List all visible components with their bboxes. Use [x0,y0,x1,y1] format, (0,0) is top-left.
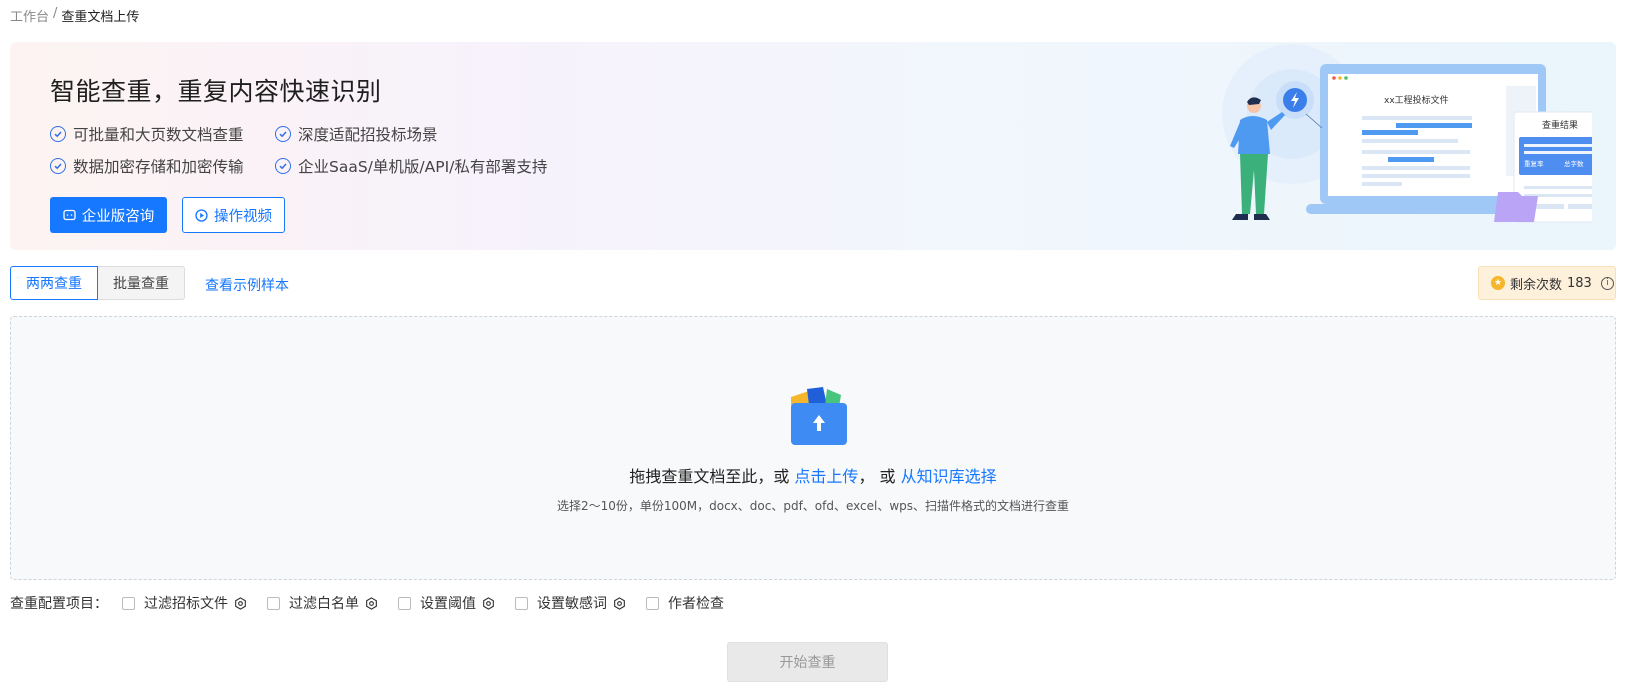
upload-folder-icon [791,387,847,445]
breadcrumb: 工作台 / 查重文档上传 [10,6,139,25]
remaining-label: 剩余次数 [1510,277,1563,293]
tab-pairwise-check[interactable]: 两两查重 [10,266,98,300]
illus-label-words: 总字数 [1564,159,1584,168]
check-circle-icon [275,158,291,174]
checkbox[interactable] [515,596,528,610]
breadcrumb-root[interactable]: 工作台 [10,6,49,25]
coin-icon: ★ [1491,276,1505,290]
gear-icon[interactable] [613,596,626,610]
checkbox[interactable] [398,596,411,610]
option-filter-whitelist[interactable]: 过滤白名单 [267,593,378,613]
view-sample-link[interactable]: 查看示例样本 [205,275,289,295]
feature-list: 可批量和大页数文档查重 深度适配招投标场景 数据加密存储和加密传输 企业SaaS… [50,118,547,182]
banner-illustration: xx工程投标文件 查重结果 重复率 总字数 [1222,44,1592,223]
option-filter-tender-file[interactable]: 过滤招标文件 [122,593,247,613]
checkbox[interactable] [646,596,659,610]
config-label: 查重配置项目： [10,596,108,612]
check-config-options: 查重配置项目： 过滤招标文件 过滤白名单 设置阈值 设置敏感词 作者检查 [10,593,744,613]
checkbox[interactable] [267,596,280,610]
info-icon[interactable]: i [1600,276,1614,290]
breadcrumb-current: 查重文档上传 [61,10,140,25]
feature-item: 企业SaaS/单机版/API/私有部署支持 [275,155,547,177]
drop-instruction: 拖拽查重文档至此，或 点击上传， 或 从知识库选择 [629,467,997,486]
feature-item: 数据加密存储和加密传输 [50,155,275,177]
click-upload-link[interactable]: 点击上传 [794,467,858,486]
illus-label-rate: 重复率 [1524,159,1544,168]
checkbox[interactable] [122,596,135,610]
promo-banner: 智能查重，重复内容快速识别 可批量和大页数文档查重 深度适配招投标场景 数据加密… [10,42,1616,250]
enterprise-consult-button[interactable]: 企业版咨询 [50,197,167,233]
operation-video-button[interactable]: 操作视频 [182,197,285,233]
feature-item: 深度适配招投标场景 [275,123,438,145]
feature-item: 可批量和大页数文档查重 [50,123,275,145]
check-circle-icon [50,158,66,174]
check-circle-icon [275,126,291,142]
illus-result-title: 查重结果 [1542,119,1578,131]
play-circle-icon [195,208,208,222]
remaining-count: 183 [1567,275,1592,291]
breadcrumb-separator: / [53,6,58,21]
option-set-sensitive-words[interactable]: 设置敏感词 [515,593,626,613]
file-drop-zone[interactable]: 拖拽查重文档至此，或 点击上传， 或 从知识库选择 选择2～10份，单份100M… [10,316,1616,580]
chat-icon [63,209,76,220]
gear-icon[interactable] [365,596,378,610]
banner-title: 智能查重，重复内容快速识别 [50,77,382,106]
check-mode-tabs: 两两查重 批量查重 [10,266,185,300]
tab-batch-check[interactable]: 批量查重 [98,266,185,300]
gear-icon[interactable] [482,596,495,610]
gear-icon[interactable] [234,596,247,610]
check-circle-icon [50,126,66,142]
upload-hint: 选择2～10份，单份100M，docx、doc、pdf、ofd、excel、wp… [556,499,1070,513]
illus-doc-title: xx工程投标文件 [1384,94,1449,106]
option-set-threshold[interactable]: 设置阈值 [398,593,495,613]
remaining-count-badge: ★ 剩余次数 183 i [1478,266,1616,300]
option-author-check[interactable]: 作者检查 [646,593,724,613]
start-check-button[interactable]: 开始查重 [727,642,888,682]
knowledge-base-select-link[interactable]: 从知识库选择 [901,467,997,486]
